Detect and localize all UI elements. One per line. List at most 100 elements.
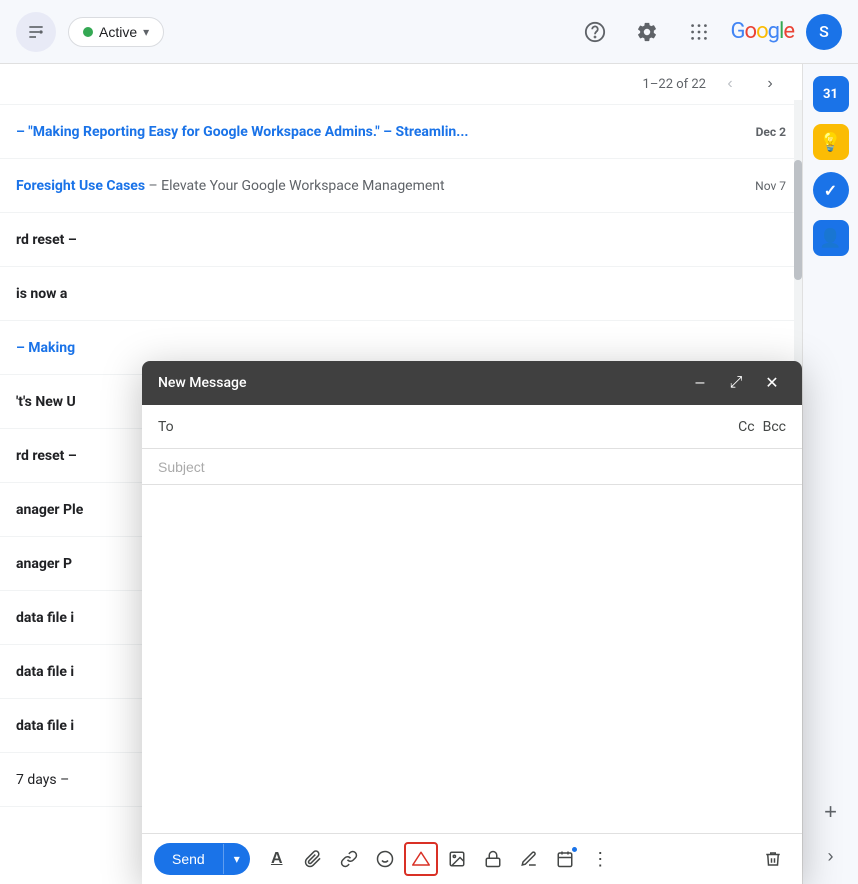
email-link: – "Making Reporting Easy for Google Work…	[16, 124, 468, 140]
email-sender: rd reset –	[16, 448, 77, 464]
email-date: Dec 2	[756, 125, 786, 139]
to-input[interactable]	[196, 419, 738, 435]
table-row[interactable]: is now a	[0, 267, 802, 321]
cc-bcc-buttons: Cc Bcc	[738, 419, 786, 435]
more-icon: ⋮	[591, 849, 610, 870]
insert-link-button[interactable]	[332, 842, 366, 876]
email-sender: data file i	[16, 610, 74, 626]
expand-compose-button[interactable]: ⤢	[722, 369, 750, 397]
arrow-right-icon: ›	[828, 846, 834, 867]
calendar-number: 31	[823, 87, 838, 102]
sidebar-item-keep[interactable]: 💡	[813, 124, 849, 160]
bcc-button[interactable]: Bcc	[763, 419, 786, 435]
compose-header-actions: – ⤢ ✕	[686, 369, 786, 397]
email-sender: is now a	[16, 286, 67, 302]
pagination-bar: 1–22 of 22 ‹ ›	[0, 64, 802, 105]
settings-icon-button[interactable]	[627, 12, 667, 52]
minimize-icon: –	[696, 374, 705, 392]
email-sender: rd reset –	[16, 232, 77, 248]
email-sender: anager P	[16, 556, 72, 572]
insert-drive-file-button[interactable]	[404, 842, 438, 876]
emoji-button[interactable]	[368, 842, 402, 876]
expand-icon: ⤢	[730, 374, 743, 392]
pagination-range: 1–22 of 22	[643, 77, 706, 92]
link-icon	[340, 850, 358, 868]
chevron-down-icon: ▾	[143, 25, 149, 39]
send-dropdown-icon: ▾	[234, 852, 240, 866]
avatar[interactable]: S	[806, 14, 842, 50]
table-row[interactable]: rd reset –	[0, 213, 802, 267]
compose-toolbar: Send ▾ A	[142, 833, 802, 884]
email-link: – Making	[16, 340, 75, 356]
format-text-button[interactable]: A	[260, 842, 294, 876]
table-row[interactable]: – "Making Reporting Easy for Google Work…	[0, 105, 802, 159]
help-icon-button[interactable]	[575, 12, 615, 52]
top-bar-right: Google S	[575, 12, 842, 52]
calendar-icon	[556, 850, 574, 868]
active-label: Active	[99, 24, 137, 40]
active-dot	[83, 27, 93, 37]
active-status-button[interactable]: Active ▾	[68, 17, 164, 47]
email-subject: Foresight Use Cases – Elevate Your Googl…	[16, 178, 747, 194]
compose-title: New Message	[158, 375, 246, 391]
sidebar-item-contacts[interactable]: 👤	[813, 220, 849, 256]
email-sender: Foresight Use Cases	[16, 178, 145, 194]
expand-sidebar-button[interactable]: ›	[811, 836, 851, 876]
filter-icon-button[interactable]	[16, 12, 56, 52]
calendar-dot	[571, 846, 578, 853]
compose-header: New Message – ⤢ ✕	[142, 361, 802, 405]
email-subject: rd reset –	[16, 232, 786, 248]
subject-input[interactable]	[158, 459, 786, 475]
next-page-button[interactable]: ›	[754, 68, 786, 100]
minimize-compose-button[interactable]: –	[686, 369, 714, 397]
close-icon: ✕	[765, 373, 778, 393]
contacts-icon: 👤	[819, 228, 841, 249]
scrollbar-thumb[interactable]	[794, 160, 802, 280]
paperclip-icon	[304, 850, 322, 868]
email-subject: is now a	[16, 286, 786, 302]
emoji-icon	[376, 850, 394, 868]
lock-icon	[484, 850, 502, 868]
more-options-button[interactable]: ⋮	[584, 842, 618, 876]
schedule-send-button[interactable]	[548, 842, 582, 876]
sidebar-item-tasks[interactable]: ✓	[813, 172, 849, 208]
email-subject: – Making	[16, 340, 786, 356]
signature-button[interactable]	[512, 842, 546, 876]
email-subject: – "Making Reporting Easy for Google Work…	[16, 124, 748, 140]
email-sender: data file i	[16, 664, 74, 680]
insert-photo-button[interactable]	[440, 842, 474, 876]
send-button-group: Send ▾	[154, 843, 250, 875]
send-button[interactable]: Send	[154, 843, 223, 875]
add-sidebar-app-button[interactable]: +	[811, 792, 851, 832]
to-label: To	[158, 419, 188, 435]
email-snippet: – Elevate Your Google Workspace Manageme…	[149, 178, 445, 194]
cc-button[interactable]: Cc	[738, 419, 754, 435]
discard-draft-button[interactable]	[756, 842, 790, 876]
sidebar-item-calendar[interactable]: 31	[813, 76, 849, 112]
close-compose-button[interactable]: ✕	[758, 369, 786, 397]
email-sender: 7 days –	[16, 772, 69, 788]
email-sender: 't's New U	[16, 394, 76, 410]
prev-page-button[interactable]: ‹	[714, 68, 746, 100]
pen-icon	[520, 850, 538, 868]
trash-icon	[764, 850, 782, 868]
send-dropdown-button[interactable]: ▾	[223, 844, 250, 874]
top-bar: Active ▾	[0, 0, 858, 64]
photo-icon	[448, 850, 466, 868]
apps-icon-button[interactable]	[679, 12, 719, 52]
google-logo: Google	[731, 19, 794, 44]
compose-window: New Message – ⤢ ✕ To Cc Bcc	[142, 361, 802, 884]
attach-file-button[interactable]	[296, 842, 330, 876]
table-row[interactable]: Foresight Use Cases – Elevate Your Googl…	[0, 159, 802, 213]
top-bar-left: Active ▾	[16, 12, 164, 52]
format-text-icon: A	[271, 850, 283, 868]
email-date: Nov 7	[755, 179, 786, 193]
compose-to-field: To Cc Bcc	[142, 405, 802, 449]
compose-body-area	[142, 485, 802, 833]
compose-body-input[interactable]	[158, 497, 786, 817]
email-sender: anager Ple	[16, 502, 83, 518]
tasks-icon: ✓	[824, 181, 837, 200]
email-sender: data file i	[16, 718, 74, 734]
keep-icon: 💡	[819, 132, 841, 153]
confidential-mode-button[interactable]	[476, 842, 510, 876]
